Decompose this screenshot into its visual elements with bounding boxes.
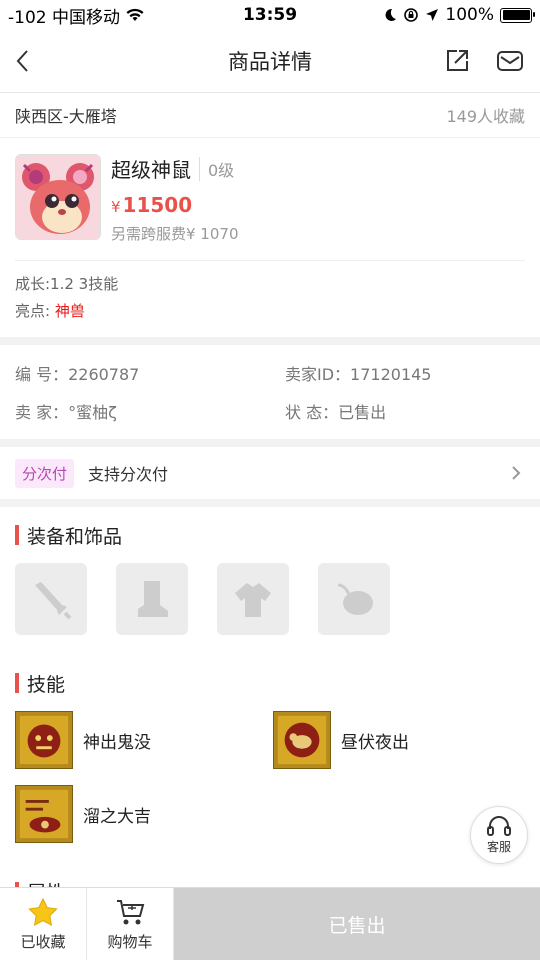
armor-icon: [235, 583, 271, 617]
favorite-label: 已收藏: [20, 932, 66, 951]
installment-text: 支持分次付: [88, 465, 169, 484]
location-arrow-icon: [426, 9, 439, 21]
equipment-slot-accessory[interactable]: [318, 563, 390, 635]
favorites-count: 149人收藏: [446, 107, 525, 126]
installment-tag: 分次付: [15, 458, 75, 488]
battery-percent: 100%: [445, 5, 494, 25]
skill-name: 昼伏夜出: [341, 732, 409, 753]
skill-escape-icon: [15, 785, 73, 843]
boot-icon: [138, 581, 168, 617]
moon-icon: [385, 8, 397, 21]
growth-skills: 成长:1.2 3技能: [15, 275, 119, 293]
skill-demon-mask-icon: [15, 711, 73, 769]
equipment-slot-armor[interactable]: [217, 563, 289, 635]
skill-rat-icon: [273, 711, 331, 769]
star-icon: [28, 897, 58, 926]
status-bar: -102 中国移动 13:59 100%: [0, 0, 540, 30]
currency-symbol: ¥: [111, 198, 121, 216]
cart-label: 购物车: [107, 932, 153, 951]
cart-icon: [117, 899, 145, 924]
location-row: 陕西区-大雁塔 149人收藏: [0, 93, 540, 138]
server-name: 陕西区-大雁塔: [15, 107, 117, 126]
listing-meta: 编 号：2260787 卖家ID：17120145 卖 家：°蜜柚ζ 状 态：已…: [0, 345, 540, 439]
seller-name: 卖 家：°蜜柚ζ: [15, 403, 117, 422]
customer-service-button[interactable]: 客服: [470, 806, 528, 864]
skill-name: 溜之大吉: [83, 806, 151, 827]
nav-bar: 商品详情: [0, 30, 540, 93]
accessory-icon: [337, 583, 373, 615]
highlight-label: 亮点:: [15, 302, 51, 320]
equipment-slot-weapon[interactable]: [15, 563, 87, 635]
equipment-section-title: 装备和饰品: [0, 507, 540, 563]
sword-icon: [35, 582, 72, 620]
rotation-lock-icon: [404, 8, 419, 22]
bottom-action-bar: 已收藏 购物车 已售出: [0, 887, 540, 960]
battery-icon: [500, 7, 535, 23]
service-label: 客服: [486, 840, 511, 854]
highlight-value: 神兽: [54, 302, 85, 320]
pet-avatar: [15, 154, 101, 240]
cart-button[interactable]: 购物车: [87, 888, 174, 960]
back-arrow-icon[interactable]: [12, 48, 38, 74]
highlight-row: 亮点: 神兽: [15, 298, 525, 325]
price-value: 11500: [122, 193, 193, 217]
carrier-text: -102 中国移动: [8, 7, 120, 28]
price: ¥11500: [111, 193, 239, 217]
skills-title-text: 技能: [27, 673, 66, 696]
pet-level: 0级: [199, 156, 234, 181]
equipment-title-text: 装备和饰品: [27, 525, 123, 548]
skill-item[interactable]: 昼伏夜出: [273, 711, 525, 769]
pet-name: 超级神鼠: [111, 158, 191, 182]
seller-id: 卖家ID：17120145: [285, 365, 432, 384]
listing-id: 编 号：2260787: [15, 365, 140, 384]
share-icon[interactable]: [444, 48, 470, 74]
section-marker: [15, 525, 19, 545]
skill-name: 神出鬼没: [83, 732, 151, 753]
chevron-right-icon: [512, 466, 521, 480]
product-summary: 超级神鼠 0级 ¥11500 另需跨服费¥ 1070: [15, 138, 525, 261]
skills-grid: 神出鬼没 昼伏夜出 溜之大吉: [0, 711, 540, 843]
skill-item[interactable]: 神出鬼没: [15, 711, 273, 769]
divider: [0, 499, 540, 507]
divider: [0, 439, 540, 447]
equipment-slot-boots[interactable]: [116, 563, 188, 635]
equipment-slots: [0, 563, 540, 635]
skill-item[interactable]: 溜之大吉: [15, 785, 273, 843]
favorite-button[interactable]: 已收藏: [0, 888, 87, 960]
skills-section-title: 技能: [0, 655, 540, 711]
page-title: 商品详情: [228, 50, 312, 74]
listing-status: 状 态：已售出: [285, 403, 387, 422]
pet-attributes: 成长:1.2 3技能 亮点: 神兽: [0, 261, 540, 337]
wifi-icon: [126, 8, 144, 21]
section-marker: [15, 673, 19, 693]
mail-icon[interactable]: [496, 48, 524, 74]
headset-icon: [487, 816, 511, 836]
divider: [0, 337, 540, 345]
cross-server-fee: 另需跨服费¥ 1070: [111, 225, 239, 243]
installment-row[interactable]: 分次付 支持分次付: [0, 447, 540, 499]
sold-out-button[interactable]: 已售出: [174, 888, 540, 960]
